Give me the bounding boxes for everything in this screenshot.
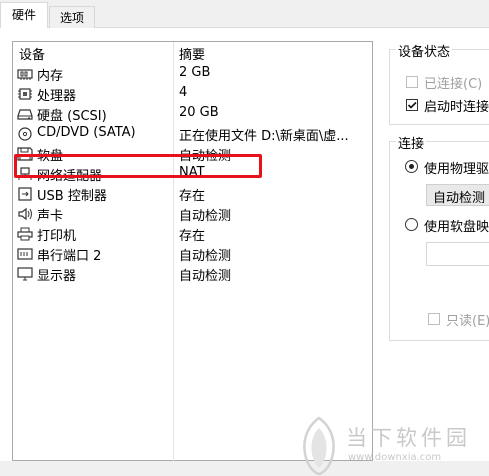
device-settings-panel: 设备状态 已连接(C) 启动时连接 连接 使用物理驱 自动检测 使用软盘映 只读… [389,41,489,461]
serial-port-icon [17,248,33,260]
readonly-label: 只读(E) [446,314,489,329]
use-physical-drive-label: 使用物理驱 [424,162,489,177]
watermark-brand: 当下软件园 [346,426,471,450]
watermark-url: www.downxia.com [348,452,442,463]
device-summary: 正在使用文件 D:\新桌面\虚... [179,129,349,144]
device-name: 硬盘 (SCSI) [37,109,107,124]
device-summary: 自动检测 [179,209,232,224]
device-name: CD/DVD (SATA) [37,125,136,140]
tab-bar: 选项 硬件 [0,0,489,29]
use-physical-drive-radio[interactable] [405,160,418,173]
device-name: 串行端口 2 [37,249,102,264]
watermark: 当下软件园 www.downxia.com [298,416,488,476]
device-summary: 存在 [179,229,206,244]
device-name: 声卡 [37,209,64,224]
device-row-memory[interactable]: 内存 2 GB [13,64,372,84]
floppy-image-path-field[interactable] [426,242,489,266]
column-header-device[interactable]: 设备 [19,44,45,63]
device-name: 显示器 [37,269,77,284]
device-row-cd-dvd[interactable]: CD/DVD (SATA) 正在使用文件 D:\新桌面\虚... [13,124,372,144]
cpu-icon [18,88,32,100]
device-row-processor[interactable]: 处理器 4 [13,84,372,104]
readonly-checkbox[interactable] [428,313,440,325]
device-summary: 2 GB [179,65,211,80]
list-header: 设备 摘要 [13,42,372,63]
cd-dvd-icon [18,127,32,141]
connection-title: 连接 [396,133,427,152]
tab-hardware[interactable]: 硬件 [0,2,48,29]
device-name: USB 控制器 [37,189,107,204]
connected-checkbox[interactable] [406,76,418,88]
hardware-panel: 设备 摘要 内存 2 GB 处理器 4 硬盘 (SCSI) 20 GB CD/D… [0,28,489,476]
connected-label: 已连接(C) [424,77,483,92]
device-summary: 存在 [179,189,206,204]
memory-icon [17,69,33,80]
usb-icon [18,187,32,201]
floppy-highlight-box [14,154,262,178]
use-floppy-image-radio[interactable] [405,218,418,231]
use-floppy-image-label: 使用软盘映 [424,220,489,235]
device-row-usb-controller[interactable]: USB 控制器 存在 [13,184,372,204]
radio-dot [409,164,414,169]
connect-at-power-on-checkbox[interactable] [406,99,418,111]
connect-at-power-on-label: 启动时连接 [424,100,489,115]
device-row-hard-disk[interactable]: 硬盘 (SCSI) 20 GB [13,104,372,124]
device-row-serial-port[interactable]: 串行端口 2 自动检测 [13,244,372,264]
device-row-display[interactable]: 显示器 自动检测 [13,264,372,284]
hard-disk-icon [17,109,33,120]
device-summary: 20 GB [179,105,219,120]
printer-icon [17,227,33,241]
device-name: 处理器 [37,89,77,104]
display-icon [17,267,33,281]
physical-drive-select[interactable]: 自动检测 [426,184,489,206]
device-row-printer[interactable]: 打印机 存在 [13,224,372,244]
device-row-sound-card[interactable]: 声卡 自动检测 [13,204,372,224]
physical-drive-select-value: 自动检测 [433,191,486,206]
checkmark-icon [407,101,417,109]
device-name: 打印机 [37,229,77,244]
column-header-summary[interactable]: 摘要 [179,44,205,63]
device-summary: 4 [179,85,188,100]
sound-card-icon [18,207,32,221]
device-summary: 自动检测 [179,249,232,264]
tab-options[interactable]: 选项 [49,6,95,28]
watermark-logo-icon [303,416,335,476]
device-summary: 自动检测 [179,269,232,284]
device-name: 内存 [37,69,64,84]
device-status-group: 设备状态 已连接(C) 启动时连接 [389,41,489,125]
device-list[interactable]: 设备 摘要 内存 2 GB 处理器 4 硬盘 (SCSI) 20 GB CD/D… [12,41,373,462]
device-status-title: 设备状态 [396,41,453,60]
connection-group: 连接 使用物理驱 自动检测 使用软盘映 只读(E) [389,133,489,341]
